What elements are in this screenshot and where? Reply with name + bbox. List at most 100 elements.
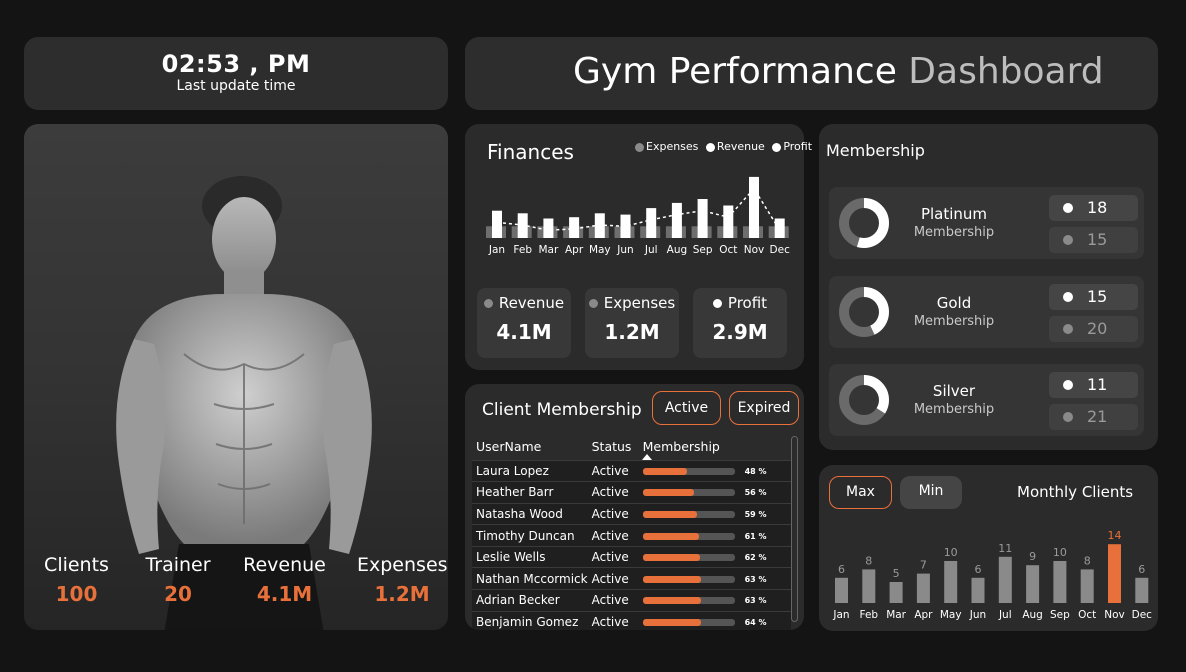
bar xyxy=(1053,561,1067,603)
data-label: 6 xyxy=(975,563,982,576)
monthly-clients-card: Max Min Monthly Clients 6 Jan 8 Feb 5 Mar 7 Apr… xyxy=(819,465,1158,631)
membership-cell: 61 % xyxy=(638,524,791,547)
membership-pct: 64 % xyxy=(744,618,767,628)
username-cell: Natasha Wood xyxy=(472,502,588,525)
bar xyxy=(1108,544,1121,603)
data-label: 10 xyxy=(944,546,958,559)
username-cell: Benjamin Gomez xyxy=(472,610,588,630)
dashboard-title: Gym Performance Dashboard xyxy=(573,51,1104,92)
col-status[interactable]: Status xyxy=(588,434,639,460)
finance-kpi-value: 2.9M xyxy=(712,320,768,344)
profit-line xyxy=(496,187,781,231)
table-row[interactable]: Leslie Wells Active 62 % xyxy=(472,545,791,568)
kpi-clients: Clients 100 xyxy=(39,554,114,606)
client-membership-title: Client Membership xyxy=(482,400,642,420)
status-cell: Active xyxy=(587,567,639,590)
membership-pct: 61 % xyxy=(744,531,767,541)
tick-label: Dec xyxy=(770,244,791,256)
last-update-time: 02:53 , PM xyxy=(161,50,311,78)
membership-pct: 48 % xyxy=(744,466,767,476)
tick-label: Dec xyxy=(1132,609,1153,621)
data-label: 9 xyxy=(1029,550,1036,563)
status-cell: Active xyxy=(587,610,639,630)
expired-filter-button[interactable]: Expired xyxy=(729,391,799,425)
tick-label: Aug xyxy=(667,244,688,256)
active-filter-button[interactable]: Active xyxy=(652,391,721,425)
active-count-value: 15 xyxy=(1087,287,1108,306)
finance-kpi-value: 1.2M xyxy=(604,320,660,344)
bar xyxy=(1135,577,1149,603)
membership-bar xyxy=(642,467,735,475)
tick-label: Feb xyxy=(513,244,532,256)
tick-label: Aug xyxy=(1022,609,1043,621)
active-dot xyxy=(1063,292,1073,302)
tier-name: Platinum xyxy=(920,205,988,223)
table-row[interactable]: Natasha Wood Active 59 % xyxy=(472,502,791,525)
active-count: 15 xyxy=(1049,284,1138,310)
table-row[interactable]: Nathan Mccormick Active 63 % xyxy=(472,567,791,590)
hero-panel: Clients 100 Trainer 20 Revenue 4.1M Expe… xyxy=(24,124,448,630)
expired-count-value: 15 xyxy=(1087,230,1108,249)
username-cell: Nathan Mccormick xyxy=(472,567,588,590)
table-row[interactable]: Laura Lopez Active 48 % xyxy=(472,459,791,482)
membership-cell: 56 % xyxy=(638,481,791,504)
col-membership[interactable]: Membership xyxy=(639,434,791,460)
tick-label: Mar xyxy=(538,244,558,256)
membership-cell: 64 % xyxy=(638,610,791,630)
status-cell: Active xyxy=(587,459,639,482)
bar-revenue xyxy=(646,208,657,238)
finances-card: Finances Expenses Revenue Profit Jan Feb M… xyxy=(465,124,812,370)
membership-bar-fill xyxy=(642,554,700,562)
tick-label: Jul xyxy=(998,609,1012,621)
tick-label: Jul xyxy=(644,244,658,256)
tick-label: Jun xyxy=(969,609,986,621)
table-scrollbar[interactable] xyxy=(791,436,798,622)
tick-label: Feb xyxy=(860,609,879,621)
tick-label: May xyxy=(589,244,611,256)
status-cell: Active xyxy=(587,502,639,525)
membership-bar-fill xyxy=(642,575,701,583)
membership-bar xyxy=(642,619,735,627)
bar-revenue xyxy=(749,176,759,238)
hero-kpis: Clients 100 Trainer 20 Revenue 4.1M Expe… xyxy=(24,554,448,624)
table-row[interactable]: Benjamin Gomez Active 64 % xyxy=(472,610,791,630)
active-count: 11 xyxy=(1049,372,1138,398)
finance-kpi-label: Profit xyxy=(727,294,768,312)
username-cell: Laura Lopez xyxy=(472,459,588,482)
tier-sub: Membership xyxy=(913,402,995,417)
expired-dot xyxy=(1063,412,1073,422)
col-membership-label: Membership xyxy=(642,439,720,455)
data-label: 6 xyxy=(838,563,845,576)
kpi-label: Revenue xyxy=(243,554,326,576)
status-cell: Active xyxy=(587,589,639,612)
finance-kpi-label: Revenue xyxy=(498,294,565,312)
tick-label: Oct xyxy=(1078,609,1096,621)
col-username[interactable]: UserName xyxy=(472,434,588,460)
membership-table: UserName Status Membership Laura Lopez Ac… xyxy=(472,434,791,630)
kpi-value: 4.1M xyxy=(256,582,313,606)
membership-cell: 63 % xyxy=(638,567,791,590)
legend-dot xyxy=(705,142,715,152)
tick-label: Sep xyxy=(1050,609,1070,621)
table-row[interactable]: Heather Barr Active 56 % xyxy=(472,481,791,504)
kpi-revenue: Revenue 4.1M xyxy=(242,554,327,606)
data-label: 14 xyxy=(1108,529,1122,542)
active-dot xyxy=(1063,380,1073,390)
expired-dot xyxy=(1063,235,1073,245)
active-count-value: 18 xyxy=(1087,198,1108,217)
membership-table-body: Laura Lopez Active 48 % Heather Barr Active 5… xyxy=(472,459,791,630)
table-row[interactable]: Timothy Duncan Active 61 % xyxy=(472,524,791,547)
tier-silver: Silver Membership 11 21 xyxy=(829,364,1144,436)
finance-kpi-profit: Profit 2.9M xyxy=(693,288,787,358)
expenses-dot xyxy=(588,299,598,308)
table-row[interactable]: Adrian Becker Active 63 % xyxy=(472,589,791,612)
membership-card: Membership Platinum Membership 18 15 Gold Mem… xyxy=(819,124,1158,450)
revenue-dot xyxy=(483,299,493,308)
membership-cell: 48 % xyxy=(638,459,791,482)
tier-sub: Membership xyxy=(913,314,995,329)
expired-dot xyxy=(1063,324,1073,334)
membership-pct: 62 % xyxy=(744,553,767,563)
finance-kpi-value: 4.1M xyxy=(496,320,552,344)
membership-cell: 59 % xyxy=(638,502,791,525)
finances-legend: Expenses Revenue Profit xyxy=(635,140,812,153)
